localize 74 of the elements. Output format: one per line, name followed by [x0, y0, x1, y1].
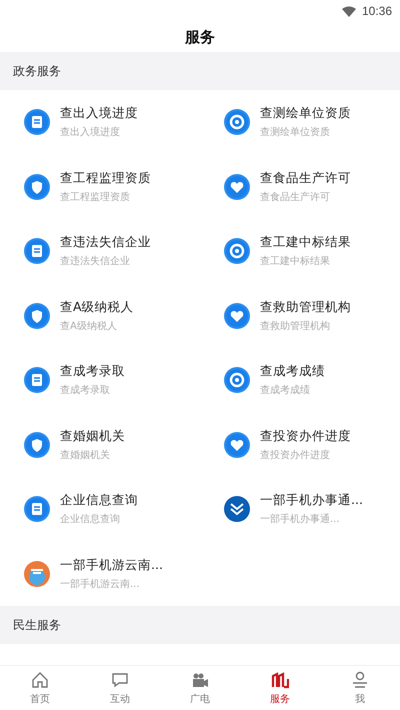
service-item[interactable]: 企业信息查询 企业信息查询	[0, 477, 200, 542]
service-subtitle: 查A级纳税人	[60, 320, 118, 333]
tab-item[interactable]: 首页	[0, 666, 80, 710]
app-logo-icon	[24, 560, 50, 587]
service-title: 查救助管理机构	[260, 298, 351, 316]
shield-icon	[24, 174, 50, 200]
tab-item[interactable]: 服务	[240, 666, 320, 710]
tab-item[interactable]: 我	[320, 666, 400, 710]
service-title: 查成考成绩	[260, 363, 325, 380]
service-subtitle: 查工程监理资质	[60, 190, 131, 204]
service-subtitle: 查违法失信企业	[60, 254, 131, 268]
service-subtitle: 查测绘单位资质	[260, 126, 331, 140]
service-subtitle: 查成考成绩	[260, 384, 311, 398]
service-title: 查违法失信企业	[60, 234, 151, 252]
section-title: 民生服务	[13, 616, 61, 634]
service-title: 查A级纳税人	[60, 298, 134, 316]
service-item[interactable]: 查成考录取 查成考录取	[0, 348, 200, 412]
tab-item[interactable]: 互动	[80, 666, 160, 710]
target-icon	[224, 109, 250, 136]
service-title: 查投资办件进度	[260, 428, 351, 445]
service-subtitle: 企业信息查询	[60, 512, 121, 526]
service-subtitle: 查食品生产许可	[260, 190, 331, 204]
clock-time: 10:36	[362, 4, 392, 18]
service-subtitle: 一部手机办事通...	[260, 512, 341, 526]
section-title: 政务服务	[13, 62, 61, 80]
service-title: 查出入境进度	[60, 105, 138, 122]
service-subtitle: 查婚姻机关	[60, 448, 111, 462]
chat-icon	[111, 670, 129, 688]
service-title: 查工建中标结果	[260, 234, 351, 252]
wifi-icon	[342, 6, 356, 16]
chevrons-icon	[224, 496, 250, 522]
page-title: 服务	[185, 28, 215, 46]
target-icon	[224, 238, 250, 264]
service-item[interactable]: 查婚姻机关 查婚姻机关	[0, 412, 200, 477]
service-item[interactable]: 查工程监理资质 查工程监理资质	[0, 154, 200, 219]
home-icon	[31, 670, 49, 688]
service-title: 查成考录取	[60, 363, 125, 380]
shield-icon	[24, 302, 50, 329]
service-item[interactable]: 查A级纳税人 查A级纳税人	[0, 284, 200, 348]
service-title: 查婚姻机关	[60, 428, 125, 445]
service-subtitle: 查投资办件进度	[260, 448, 331, 462]
shield-icon	[24, 432, 50, 458]
service-item[interactable]: 查违法失信企业 查违法失信企业	[0, 219, 200, 284]
service-item[interactable]: 查救助管理机构 查救助管理机构	[200, 284, 400, 348]
service-item[interactable]: 一部手机游云南... 一部手机游云南...	[0, 542, 200, 606]
tab-item[interactable]: 广电	[160, 666, 240, 710]
service-item[interactable]: 查投资办件进度 查投资办件进度	[200, 412, 400, 477]
heart-icon	[224, 174, 250, 200]
service-title: 查食品生产许可	[260, 170, 351, 187]
service-item[interactable]: 查工建中标结果 查工建中标结果	[200, 219, 400, 284]
heart-icon	[224, 432, 250, 458]
service-subtitle: 查工建中标结果	[260, 254, 331, 268]
service-item[interactable]: 查食品生产许可 查食品生产许可	[200, 154, 400, 219]
service-title: 一部手机游云南...	[60, 556, 163, 574]
service-subtitle: 查救助管理机构	[260, 320, 331, 333]
service-item[interactable]: 一部手机办事通... 一部手机办事通...	[200, 477, 400, 542]
target-icon	[224, 367, 250, 394]
service-subtitle: 查出入境进度	[60, 126, 121, 140]
document-icon	[24, 238, 50, 264]
service-title: 查测绘单位资质	[260, 105, 351, 122]
service-subtitle: 查成考录取	[60, 384, 111, 398]
document-icon	[24, 496, 50, 522]
camera-icon	[191, 670, 209, 688]
service-item[interactable]: 查测绘单位资质 查测绘单位资质	[200, 90, 400, 154]
service-subtitle: 一部手机游云南...	[60, 578, 141, 591]
service-title: 企业信息查询	[60, 492, 138, 510]
heart-icon	[224, 302, 250, 329]
service-item[interactable]: 查出入境进度 查出入境进度	[0, 90, 200, 154]
service-title: 一部手机办事通...	[260, 492, 363, 510]
service-item[interactable]: 查成考成绩 查成考成绩	[200, 348, 400, 412]
service-title: 查工程监理资质	[60, 170, 151, 187]
document-icon	[24, 367, 50, 394]
person-icon	[351, 670, 369, 688]
document-icon	[24, 109, 50, 136]
